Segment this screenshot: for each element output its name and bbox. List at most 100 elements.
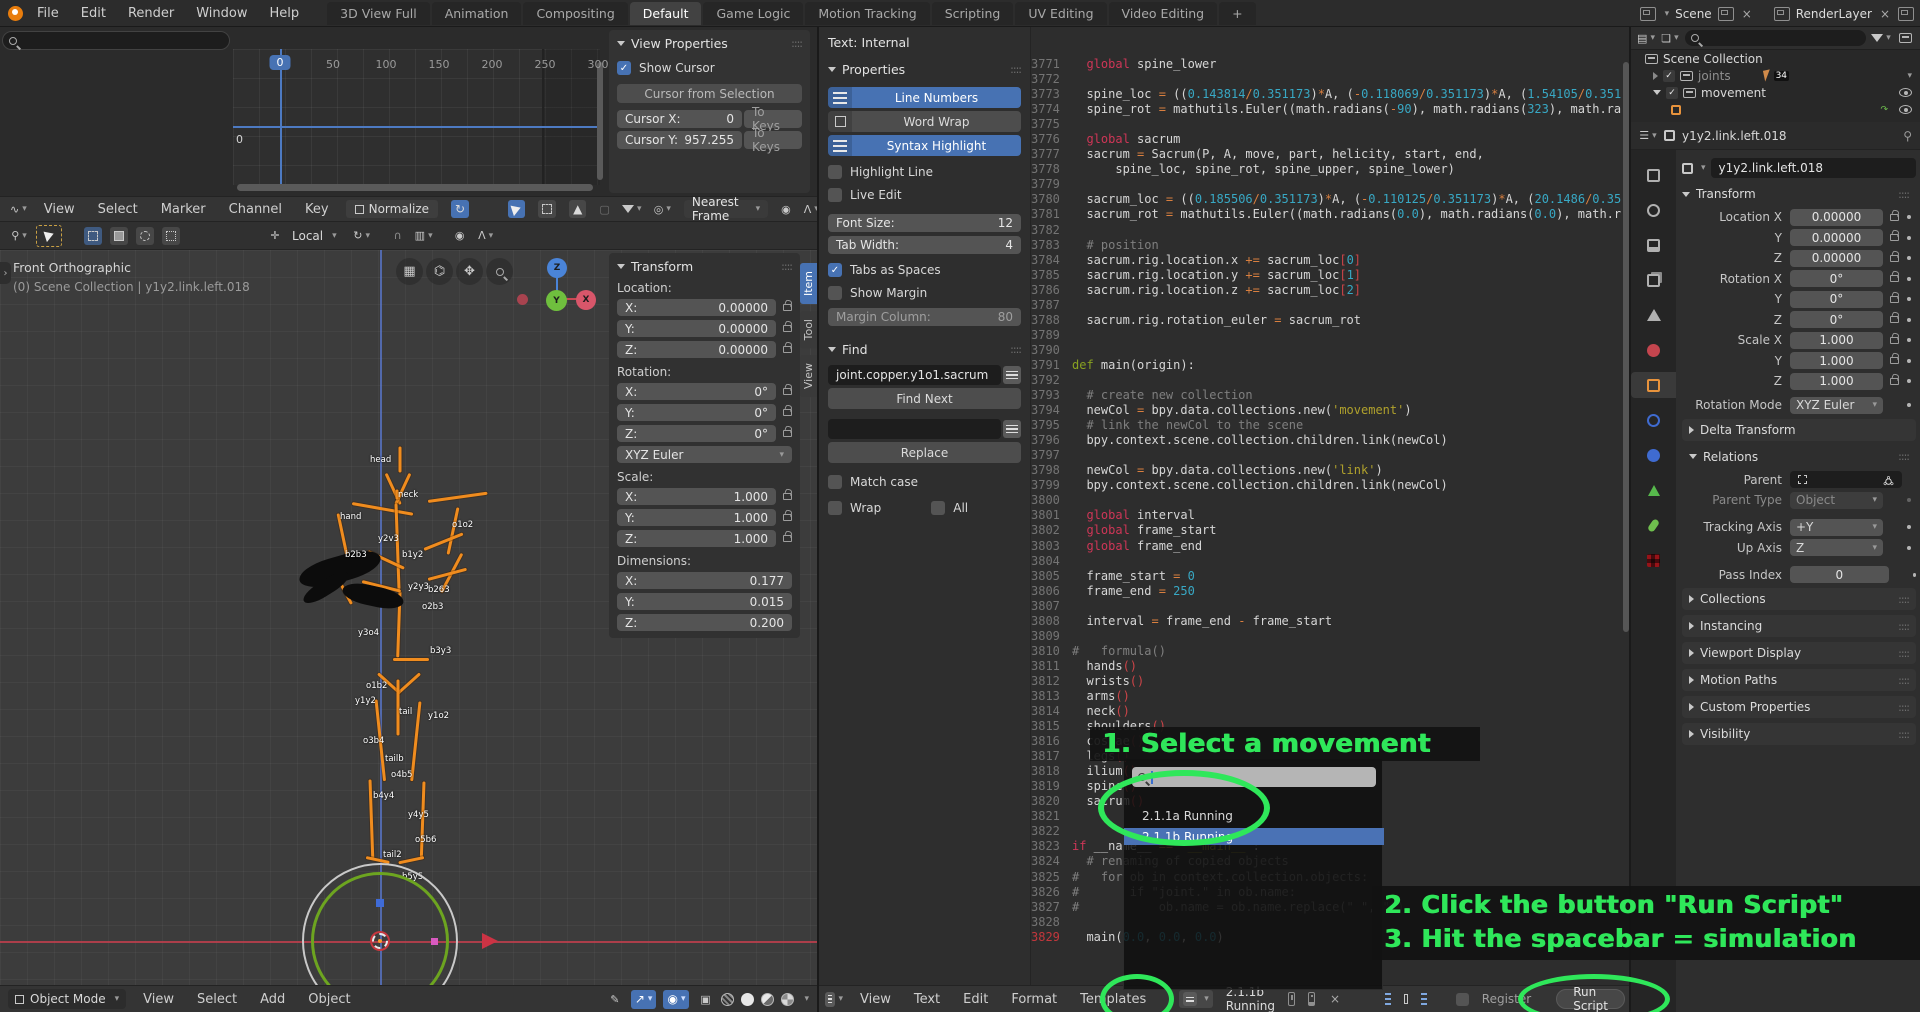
- viewport-menu-object[interactable]: Object: [304, 990, 354, 1009]
- animate-dot[interactable]: [1907, 215, 1911, 219]
- bone[interactable]: [423, 532, 463, 551]
- find-next-button[interactable]: Find Next: [828, 388, 1021, 409]
- viewport-menu-select[interactable]: Select: [193, 990, 241, 1009]
- topbar-menu-file[interactable]: File: [33, 4, 63, 23]
- only-errors-icon[interactable]: ▲: [569, 200, 586, 218]
- new-scene-icon[interactable]: [1718, 7, 1734, 21]
- graph-menu-select[interactable]: Select: [94, 200, 142, 219]
- dim-x-field[interactable]: X:0.177: [617, 572, 792, 589]
- object-name-field[interactable]: y1y2.link.left.018: [1711, 158, 1916, 178]
- vertical-scrollbar[interactable]: [597, 62, 603, 180]
- workspace-tab-default[interactable]: Default: [630, 2, 702, 25]
- tab-tool[interactable]: Tool: [800, 311, 817, 348]
- section-custom-properties[interactable]: Custom Properties::::: [1682, 696, 1916, 718]
- box-select-icon[interactable]: [538, 200, 556, 218]
- word-wrap-toggle[interactable]: Word Wrap: [828, 111, 1021, 132]
- prop-scale-x[interactable]: 1.000: [1790, 332, 1883, 349]
- channel-search-input[interactable]: [2, 31, 230, 50]
- lock-icon[interactable]: [1890, 255, 1899, 262]
- lock-icon[interactable]: [783, 388, 792, 395]
- shading-rendered-button[interactable]: [781, 993, 794, 1006]
- tab-render[interactable]: [1631, 197, 1676, 223]
- animate-dot[interactable]: [1907, 256, 1911, 260]
- tracking-axis-dropdown[interactable]: +Y▾: [1790, 519, 1883, 536]
- circle-mode-button[interactable]: [136, 227, 154, 245]
- rotation-x-field[interactable]: X:0°: [617, 383, 776, 400]
- gizmos-toggle-button[interactable]: ◉▾: [663, 990, 689, 1009]
- graph-menu-view[interactable]: View: [40, 200, 79, 219]
- workspace-tab-motion-tracking[interactable]: Motion Tracking: [805, 2, 929, 25]
- tab-bone[interactable]: [1631, 512, 1676, 538]
- outliner-search-input[interactable]: [1685, 30, 1866, 46]
- screen-layout-icon[interactable]: [1640, 7, 1656, 21]
- filter-icon[interactable]: ▾: [1872, 30, 1890, 46]
- workspace-tab-uv-editing[interactable]: UV Editing: [1015, 2, 1106, 25]
- transform-panel-header[interactable]: Transform::::: [617, 259, 792, 274]
- up-axis-dropdown[interactable]: Z▾: [1790, 539, 1883, 556]
- lock-icon[interactable]: [1890, 378, 1899, 385]
- workspace-tab-scripting[interactable]: Scripting: [932, 2, 1014, 25]
- replace-button[interactable]: Replace: [828, 442, 1021, 463]
- box-mode-button[interactable]: [110, 227, 128, 245]
- blender-logo-icon[interactable]: [8, 6, 23, 21]
- outliner-row-joints[interactable]: ✓ joints 34 ▾: [1631, 67, 1920, 84]
- gizmo-z-handle[interactable]: [376, 899, 384, 907]
- bone[interactable]: [447, 507, 460, 555]
- tweak-mode-button[interactable]: [84, 227, 102, 245]
- lock-icon[interactable]: [783, 325, 792, 332]
- topbar-menu-render[interactable]: Render: [124, 4, 178, 23]
- editor-type-text-icon[interactable]: ▾: [825, 991, 843, 1007]
- lock-icon[interactable]: [1890, 316, 1899, 323]
- snap-mode-dropdown[interactable]: Nearest Frame▾: [684, 200, 768, 218]
- line-numbers-toggle[interactable]: Line Numbers: [828, 87, 1021, 108]
- movement-checkbox[interactable]: ✓: [1666, 87, 1678, 99]
- prop-location-y[interactable]: 0.00000: [1790, 229, 1883, 246]
- graph-ruler[interactable]: [233, 27, 600, 49]
- replace-input[interactable]: [828, 419, 1001, 439]
- lock-icon[interactable]: [783, 535, 792, 542]
- find-input[interactable]: joint.copper.y1o1.sacrum: [828, 365, 1001, 385]
- animate-dot[interactable]: [1907, 318, 1911, 322]
- filter-icon[interactable]: ▾: [623, 201, 641, 217]
- workspace-tab--[interactable]: +: [1219, 2, 1255, 25]
- shading-wireframe-button[interactable]: [721, 993, 734, 1006]
- all-checkbox[interactable]: [931, 501, 945, 515]
- prop-scale-y[interactable]: 1.000: [1790, 352, 1883, 369]
- lock-icon[interactable]: [1890, 275, 1899, 282]
- word-wrap-header-icon[interactable]: [1404, 994, 1409, 1004]
- pass-index-field[interactable]: 0: [1790, 566, 1889, 583]
- panel-grip[interactable]: ::::: [791, 37, 802, 50]
- animate-dot[interactable]: [1907, 403, 1911, 407]
- cursor-value-line[interactable]: [233, 126, 600, 128]
- relations-section-header[interactable]: Relations::::: [1682, 446, 1916, 468]
- rotation-mode-dropdown[interactable]: XYZ Euler▾: [1790, 397, 1883, 414]
- collapse-icon[interactable]: [1653, 90, 1661, 95]
- open-text-icon[interactable]: [1308, 992, 1315, 1006]
- lock-icon[interactable]: [1890, 337, 1899, 344]
- shading-dropdown-icon[interactable]: ▾: [804, 994, 809, 1004]
- bone[interactable]: [395, 503, 401, 589]
- camera-visibility-icon[interactable]: [1899, 105, 1912, 114]
- cursor-x-field[interactable]: Cursor X:0: [617, 110, 742, 128]
- lock-icon[interactable]: [783, 304, 792, 311]
- gizmo-x-handle[interactable]: [431, 938, 438, 945]
- animate-dot[interactable]: [1913, 573, 1916, 577]
- text-menu-view[interactable]: View: [856, 990, 895, 1009]
- section-viewport-display[interactable]: Viewport Display::::: [1682, 642, 1916, 664]
- chevron-icon[interactable]: ▾: [1907, 71, 1912, 81]
- workspace-tab-compositing[interactable]: Compositing: [523, 2, 627, 25]
- display-mode-icon[interactable]: ❏▾: [1661, 30, 1679, 46]
- animate-dot[interactable]: [1907, 236, 1911, 240]
- outliner-row-object-partial[interactable]: ↷: [1631, 101, 1920, 118]
- select-tool-icon[interactable]: [508, 200, 525, 218]
- margin-column-field[interactable]: Margin Column:80: [828, 308, 1021, 326]
- live-edit-checkbox[interactable]: [828, 188, 842, 202]
- tab-constraints[interactable]: [1631, 407, 1676, 433]
- select-box-tool-button[interactable]: [36, 225, 62, 247]
- lock-icon[interactable]: [783, 493, 792, 500]
- topbar-menu-help[interactable]: Help: [266, 4, 304, 23]
- tabs-as-spaces-checkbox[interactable]: ✓: [828, 263, 842, 277]
- tab-object[interactable]: [1631, 372, 1676, 398]
- pivot-point-icon[interactable]: ↻▾: [353, 228, 371, 244]
- x-arrow-handle[interactable]: [482, 933, 498, 949]
